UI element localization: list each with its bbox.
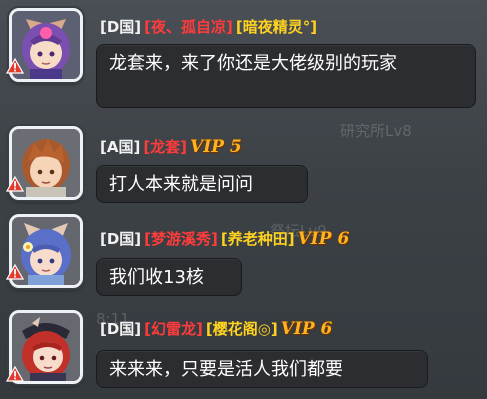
message-bubble: 打人本来就是问问 [96,165,308,203]
message-header: [D国] [幻雷龙] [樱花阁◎] VIP 6 [100,318,335,340]
country-tag: [D国] [100,230,142,248]
chat-message: [A国] [龙套] VIP 5 打人本来就是问问 [0,118,487,214]
alliance-name[interactable]: [樱花阁◎] [206,320,278,338]
country-tag: [D国] [100,18,142,36]
message-bubble: 我们收13核 [96,258,242,296]
warning-icon[interactable] [6,366,24,382]
chat-message: [D国] [梦游溪秀] [养老种田] VIP 6 我们收13核 [0,206,487,302]
message-header: [D国] [夜、孤自凉] [暗夜精灵°] [100,16,320,38]
message-text: 打人本来就是问问 [109,174,253,195]
warning-icon[interactable] [6,58,24,74]
chat-panel: 研究所Lv8 祭坛Lv9 8:11 [D国] [夜、孤自凉] [暗夜精灵°] 龙… [0,0,487,399]
player-name[interactable]: [梦游溪秀] [144,230,218,248]
alliance-name[interactable]: [暗夜精灵°] [236,18,317,36]
player-name[interactable]: [龙套] [143,138,187,156]
player-name[interactable]: [幻雷龙] [144,320,203,338]
warning-icon[interactable] [6,264,24,280]
message-bubble: 龙套来，来了你还是大佬级别的玩家 [96,44,476,108]
chat-message: [D国] [夜、孤自凉] [暗夜精灵°] 龙套来，来了你还是大佬级别的玩家 [0,0,487,108]
message-text: 龙套来，来了你还是大佬级别的玩家 [109,53,397,74]
warning-icon[interactable] [6,176,24,192]
message-header: [A国] [龙套] VIP 5 [100,136,245,158]
message-header: [D国] [梦游溪秀] [养老种田] VIP 6 [100,228,352,250]
vip-badge: VIP 6 [280,319,333,339]
alliance-name[interactable]: [养老种田] [221,230,295,248]
message-text: 我们收13核 [109,267,204,288]
chat-message: [D国] [幻雷龙] [樱花阁◎] VIP 6 来来来，只要是活人我们都要 [0,300,487,396]
country-tag: [A国] [100,138,141,156]
player-name[interactable]: [夜、孤自凉] [144,18,233,36]
message-bubble: 来来来，只要是活人我们都要 [96,350,428,388]
vip-badge: VIP 5 [190,137,242,157]
vip-badge: VIP 6 [297,229,350,249]
message-text: 来来来，只要是活人我们都要 [109,359,343,380]
country-tag: [D国] [100,320,142,338]
